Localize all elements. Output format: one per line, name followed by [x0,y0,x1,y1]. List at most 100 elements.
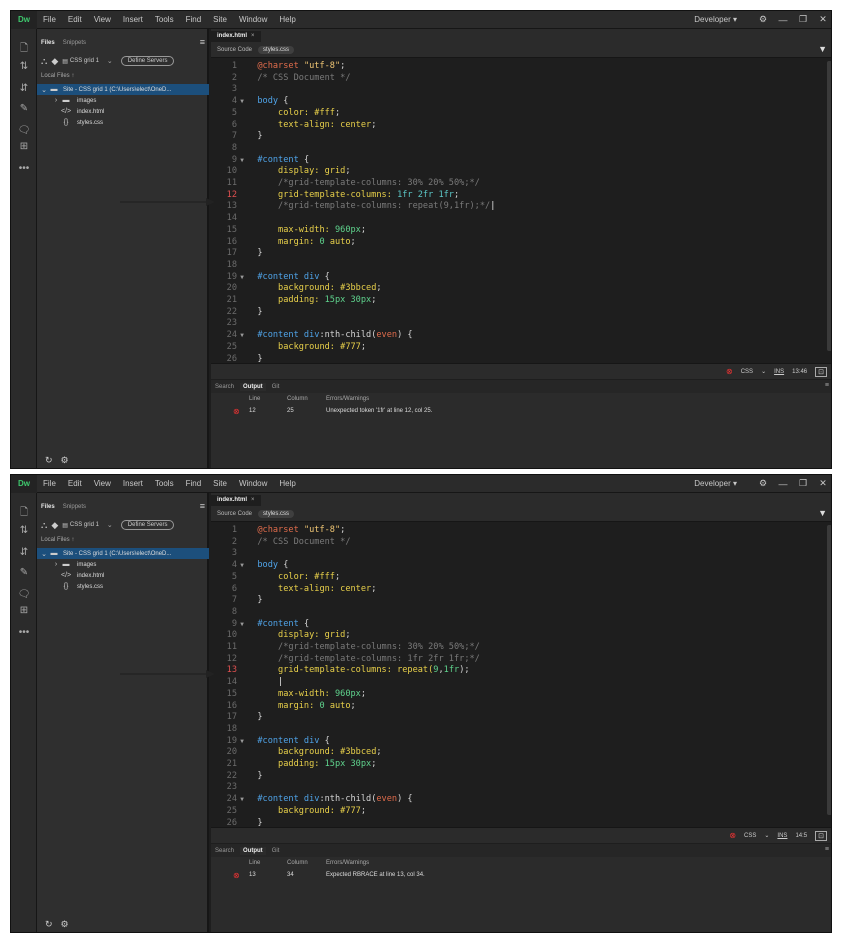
code-line[interactable]: 3 [211,548,823,560]
document-type[interactable]: CSS [741,369,753,375]
code-line[interactable]: 13 grid-template-columns: repeat(9,1fr); [211,665,823,677]
code-line[interactable]: 22 } [211,307,823,319]
tab-files[interactable]: Files [37,504,59,510]
menu-window[interactable]: Window [233,475,273,493]
site-selector[interactable]: ▤ CSS grid 1 ⌄ [62,521,113,529]
code-line[interactable]: 21 padding: 15px 30px; [211,295,823,307]
related-styles-css[interactable]: styles.css [258,509,295,518]
code-line[interactable]: 5 color: #fff; [211,108,823,120]
site-selector[interactable]: ▤ CSS grid 1 ⌄ [62,57,113,65]
connect-icon[interactable]: ⛬ [41,56,47,67]
tree-item-index-html[interactable]: </> index.html [37,570,209,581]
code-line[interactable]: 5 color: #fff; [211,572,823,584]
fold-icon[interactable]: ▼ [237,736,247,748]
code-line[interactable]: 17 } [211,248,823,260]
tree-item-styles-css[interactable]: {} styles.css [37,117,209,128]
refresh-icon[interactable]: ↻ [45,919,53,930]
code-line[interactable]: 24 ▼ #content div:nth-child(even) { [211,794,823,806]
tree-item-images[interactable]: › ▬ images [37,559,209,570]
code-line[interactable]: 2 /* CSS Document */ [211,73,823,85]
panel-menu-icon[interactable]: ≡ [200,37,205,47]
panel-menu-icon[interactable]: ≡ [825,382,829,389]
code-line[interactable]: 9 ▼ #content { [211,619,823,631]
code-line[interactable]: 16 margin: 0 auto; [211,701,823,713]
code-line[interactable]: 14 | [211,677,823,689]
tab-snippets[interactable]: Snippets [59,504,90,510]
git-icon[interactable]: ◆ [51,56,58,67]
close-icon[interactable]: ✕ [813,478,831,489]
tab-files[interactable]: Files [37,40,59,46]
menu-insert[interactable]: Insert [117,11,149,29]
more-tools-icon[interactable]: ••• [11,627,37,638]
code-line[interactable]: 25 background: #777; [211,806,823,818]
insert-mode[interactable]: INS [774,369,784,375]
manage-sites-icon[interactable]: ⚙ [61,455,69,466]
format-source-icon[interactable]: ✎ [11,103,37,114]
code-line[interactable]: 18 [211,260,823,272]
open-documents-icon[interactable]: 🗋 [11,41,37,58]
tab-output[interactable]: Output [240,382,266,391]
live-code-icon[interactable]: ⊞ [11,605,37,616]
code-line[interactable]: 18 [211,724,823,736]
code-view[interactable]: 1 @charset "utf-8"; 2 /* CSS Document */3… [211,523,823,826]
code-line[interactable]: 9 ▼ #content { [211,155,823,167]
menu-tools[interactable]: Tools [149,475,180,493]
document-tab[interactable]: index.html × [211,495,261,506]
code-line[interactable]: 10 display: grid; [211,166,823,178]
menu-file[interactable]: File [37,11,62,29]
menu-find[interactable]: Find [180,11,208,29]
code-line[interactable]: 22 } [211,771,823,783]
restore-icon[interactable]: ❐ [793,14,813,25]
code-line[interactable]: 7 } [211,595,823,607]
fold-icon[interactable]: ▼ [237,330,247,342]
code-line[interactable]: 14 [211,213,823,225]
code-line[interactable]: 19 ▼ #content div { [211,272,823,284]
chevron-right-icon[interactable]: › [51,561,61,568]
tab-snippets[interactable]: Snippets [59,40,90,46]
code-line[interactable]: 21 padding: 15px 30px; [211,759,823,771]
code-line[interactable]: 11 /*grid-template-columns: 30% 20% 50%;… [211,642,823,654]
related-source-code[interactable]: Source Code [217,47,252,53]
code-line[interactable]: 2 /* CSS Document */ [211,537,823,549]
vertical-scrollbar[interactable] [827,525,831,815]
live-code-icon[interactable]: ⊞ [11,141,37,152]
refresh-icon[interactable]: ↻ [45,455,53,466]
tree-site-root[interactable]: ⌄ ▬ Site - CSS grid 1 (C:\Users\elect\On… [37,548,209,559]
fold-icon[interactable]: ▼ [237,619,247,631]
code-line[interactable]: 1 @charset "utf-8"; [211,61,823,73]
code-line[interactable]: 19 ▼ #content div { [211,736,823,748]
code-line[interactable]: 6 text-align: center; [211,120,823,132]
workspace-switcher[interactable]: Developer ▾ [688,479,743,488]
filter-icon[interactable]: ▼ [818,508,827,518]
related-source-code[interactable]: Source Code [217,511,252,517]
output-line[interactable]: 13 [249,872,256,878]
tab-git[interactable]: Git [272,384,280,390]
close-tab-icon[interactable]: × [251,497,255,503]
code-line[interactable]: 1 @charset "utf-8"; [211,525,823,537]
code-line[interactable]: 20 background: #3bbced; [211,283,823,295]
code-line[interactable]: 16 margin: 0 auto; [211,237,823,249]
comment-icon[interactable]: 🗨 [11,125,37,136]
code-line[interactable]: 25 background: #777; [211,342,823,354]
document-tab[interactable]: index.html × [211,31,261,42]
fold-icon[interactable]: ▼ [237,272,247,284]
more-tools-icon[interactable]: ••• [11,163,37,174]
tab-output[interactable]: Output [240,846,266,855]
expand-icon[interactable]: ⌄ [39,550,49,558]
code-line[interactable]: 10 display: grid; [211,630,823,642]
expand-collapse-icon[interactable]: ⇵ [11,83,37,94]
code-line[interactable]: 8 [211,143,823,155]
code-line[interactable]: 8 [211,607,823,619]
fold-icon[interactable]: ▼ [237,560,247,572]
expand-icon[interactable]: ⌄ [39,86,49,94]
comment-icon[interactable]: 🗨 [11,589,37,600]
menu-site[interactable]: Site [207,11,233,29]
fold-icon[interactable]: ▼ [237,155,247,167]
filter-icon[interactable]: ▼ [818,44,827,54]
tab-search[interactable]: Search [215,384,234,390]
insert-mode[interactable]: INS [777,833,787,839]
file-management-icon[interactable]: ⇅ [11,525,37,536]
menu-window[interactable]: Window [233,11,273,29]
output-message[interactable]: Expected RBRACE at line 13, col 34. [326,872,425,878]
menu-file[interactable]: File [37,475,62,493]
